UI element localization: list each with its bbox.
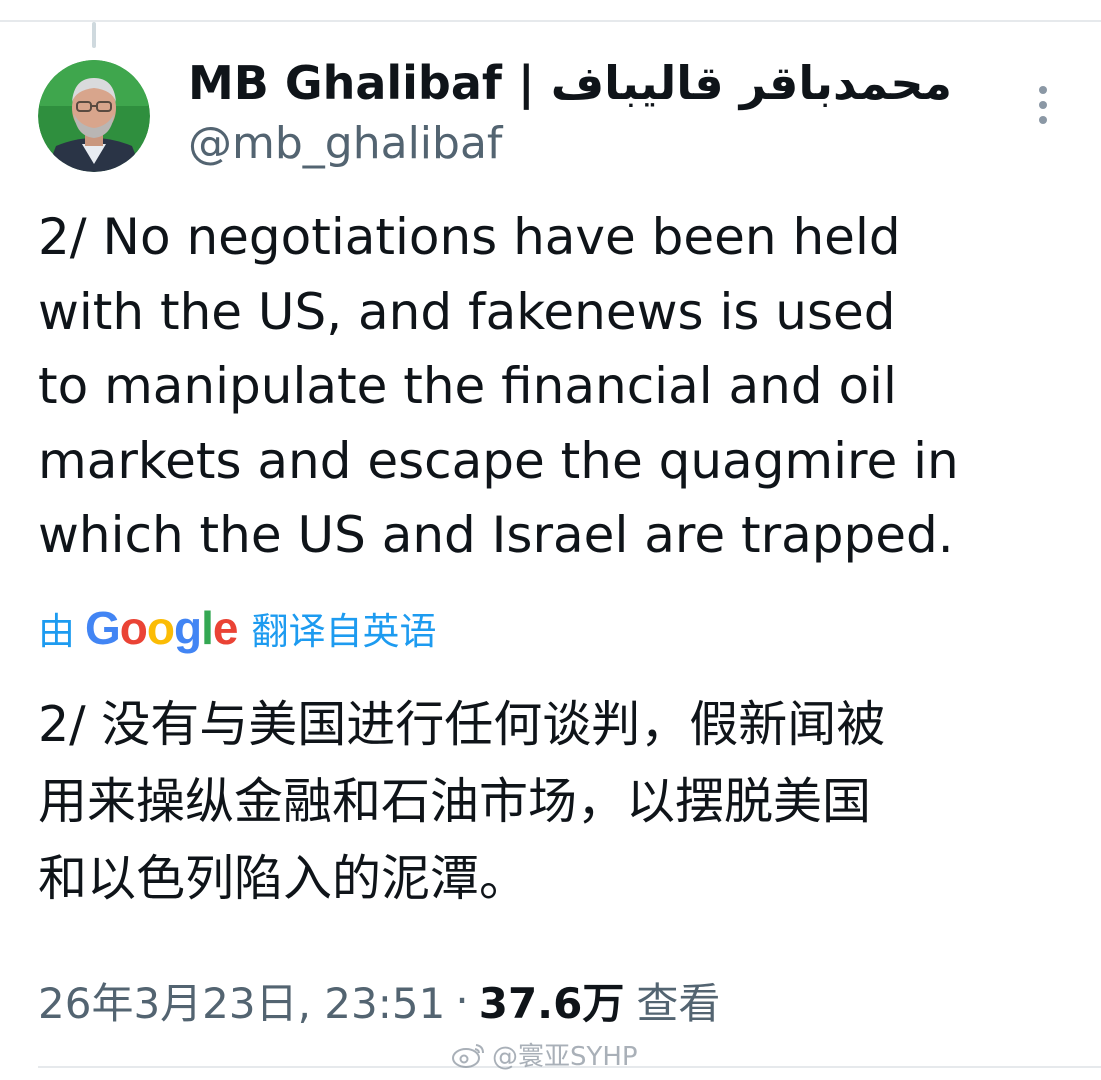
watermark-text: @寰亚SYHP bbox=[492, 1042, 638, 1072]
tweet-text: 2/ No negotiations have been held with t… bbox=[38, 200, 1078, 573]
translated-text-line: 2/ 没有与美国进行任何谈判，假新闻被 bbox=[38, 696, 886, 753]
user-handle[interactable]: @mb_ghalibaf bbox=[188, 116, 502, 172]
views-label: 查看 bbox=[636, 978, 721, 1028]
tweet-text-line: to manipulate the financial and oil bbox=[38, 357, 897, 415]
weibo-icon bbox=[452, 1043, 484, 1068]
tweet-text-line: markets and escape the quagmire in bbox=[38, 431, 959, 490]
views-count[interactable]: 37.6万 bbox=[479, 970, 625, 1031]
tweet-text-line: with the US, and fakenews is used bbox=[38, 282, 896, 341]
translated-text-line: 和以色列陷入的泥潭。 bbox=[38, 850, 529, 907]
tweet-detail-page: MB Ghalibaf | محمدباقر قالیباف @mb_ghali… bbox=[0, 0, 1101, 1080]
more-vertical-icon-dot bbox=[1039, 101, 1047, 109]
avatar[interactable] bbox=[38, 60, 150, 172]
display-name[interactable]: MB Ghalibaf | محمدباقر قالیباف bbox=[188, 54, 952, 112]
translated-text-line: 用来操纵金融和石油市场，以摆脱美国 bbox=[38, 773, 872, 830]
tweet-meta: 26年3月23日, 23:51 · 37.6万 查看 bbox=[38, 970, 720, 1030]
more-vertical-icon bbox=[1039, 86, 1047, 94]
avatar-image bbox=[38, 60, 150, 172]
thread-connector-line bbox=[92, 22, 96, 48]
google-logo: Google bbox=[85, 602, 238, 654]
watermark: @寰亚SYHP bbox=[452, 1036, 638, 1073]
translation-suffix: 翻译自英语 bbox=[251, 610, 437, 653]
translated-text: 2/ 没有与美国进行任何谈判，假新闻被 用来操纵金融和石油市场，以摆脱美国 和以… bbox=[38, 686, 1078, 917]
more-vertical-icon-dot bbox=[1039, 116, 1047, 124]
translation-prefix: 由 bbox=[38, 610, 75, 653]
top-divider bbox=[0, 20, 1101, 22]
timestamp[interactable]: 26年3月23日, 23:51 bbox=[38, 970, 445, 1031]
tweet-text-line: 2/ No negotiations have been held bbox=[38, 208, 901, 266]
meta-separator: · bbox=[455, 975, 469, 1025]
more-options-button[interactable] bbox=[1028, 82, 1058, 128]
tweet-text-line: which the US and Israel are trapped. bbox=[38, 506, 954, 564]
translation-attribution[interactable]: 由 Google 翻译自英语 bbox=[38, 600, 436, 656]
